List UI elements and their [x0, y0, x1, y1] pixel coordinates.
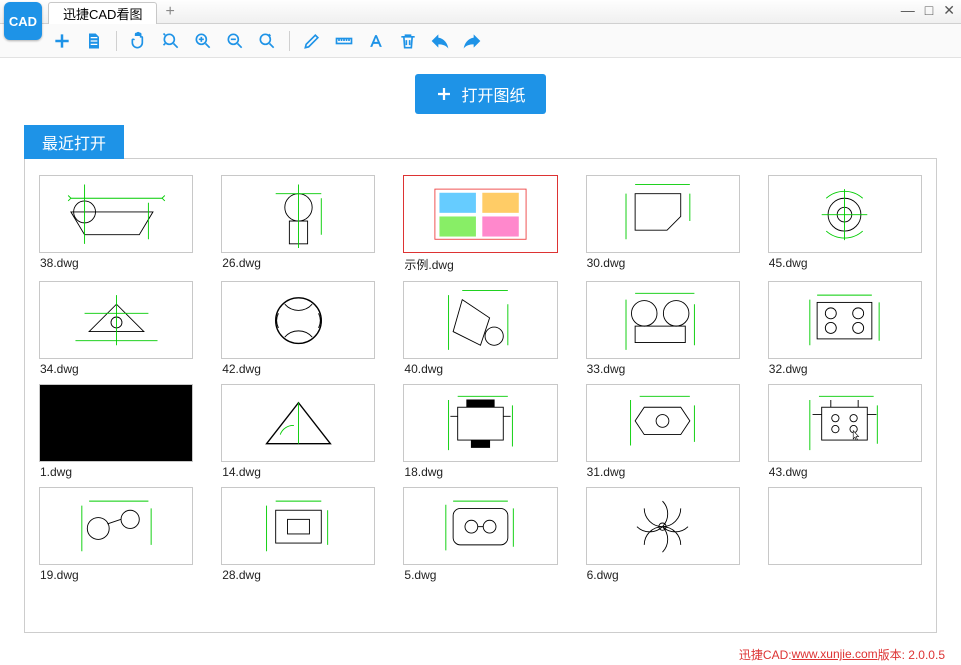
file-card[interactable]: 31.dwg [586, 384, 740, 479]
file-name: 1.dwg [39, 462, 193, 479]
file-thumbnail [403, 175, 557, 253]
zoom-out-icon[interactable] [223, 29, 247, 53]
file-thumbnail [221, 175, 375, 253]
file-card[interactable]: 38.dwg [39, 175, 193, 273]
file-card[interactable]: 26.dwg [221, 175, 375, 273]
zoom-in-icon[interactable] [191, 29, 215, 53]
file-card[interactable]: 5.dwg [403, 487, 557, 582]
file-name: 28.dwg [221, 565, 375, 582]
file-name: 34.dwg [39, 359, 193, 376]
file-name: 31.dwg [586, 462, 740, 479]
file-thumbnail [768, 281, 922, 359]
file-name: 14.dwg [221, 462, 375, 479]
file-card[interactable]: 33.dwg [586, 281, 740, 376]
file-name: 19.dwg [39, 565, 193, 582]
file-card[interactable]: 19.dwg [39, 487, 193, 582]
file-name: 32.dwg [768, 359, 922, 376]
toolbar [0, 24, 961, 58]
app-icon: CAD [4, 2, 42, 40]
file-name: 30.dwg [586, 253, 740, 270]
plus-icon[interactable] [50, 29, 74, 53]
file-card[interactable]: 18.dwg [403, 384, 557, 479]
titlebar: CAD 迅捷CAD看图 + — □ ✕ [0, 0, 961, 24]
file-card[interactable]: 34.dwg [39, 281, 193, 376]
file-thumbnail [221, 487, 375, 565]
file-card[interactable]: 30.dwg [586, 175, 740, 273]
open-file-label: 打开图纸 [461, 82, 525, 106]
file-card[interactable]: 28.dwg [221, 487, 375, 582]
file-card[interactable]: 43.dwg [768, 384, 922, 479]
file-name: 33.dwg [586, 359, 740, 376]
file-name: 40.dwg [403, 359, 557, 376]
file-thumbnail [39, 487, 193, 565]
delete-icon[interactable] [396, 29, 420, 53]
file-card[interactable] [768, 487, 922, 582]
file-name: 45.dwg [768, 253, 922, 270]
file-name: 示例.dwg [403, 253, 557, 273]
file-thumbnail [586, 281, 740, 359]
file-thumbnail [586, 384, 740, 462]
edit-icon[interactable] [300, 29, 324, 53]
file-thumbnail [768, 175, 922, 253]
file-name: 6.dwg [586, 565, 740, 582]
file-card[interactable]: 1.dwg [39, 384, 193, 479]
ruler-icon[interactable] [332, 29, 356, 53]
open-file-button[interactable]: 打开图纸 [415, 74, 545, 114]
file-thumbnail [403, 487, 557, 565]
footer-url[interactable]: www.xunjie.com [792, 647, 878, 661]
pan-icon[interactable] [127, 29, 151, 53]
file-name: 38.dwg [39, 253, 193, 270]
file-card[interactable]: 32.dwg [768, 281, 922, 376]
text-icon[interactable] [364, 29, 388, 53]
file-thumbnail [586, 175, 740, 253]
file-thumbnail [403, 384, 557, 462]
maximize-button[interactable]: □ [925, 2, 933, 19]
file-name: 18.dwg [403, 462, 557, 479]
close-button[interactable]: ✕ [943, 2, 955, 19]
file-name: 26.dwg [221, 253, 375, 270]
undo-icon[interactable] [428, 29, 452, 53]
redo-icon[interactable] [460, 29, 484, 53]
file-card[interactable]: 示例.dwg [403, 175, 557, 273]
footer-prefix: 迅捷CAD: [739, 646, 792, 663]
recent-files-panel: 38.dwg 26.dwg 示例.dwg 30.dwg 45.dwg 34.dwg 42.d… [24, 158, 937, 633]
file-icon[interactable] [82, 29, 106, 53]
file-thumbnail [403, 281, 557, 359]
file-name [768, 565, 922, 568]
footer-suffix: 版本: 2.0.0.5 [878, 646, 945, 663]
file-card[interactable]: 42.dwg [221, 281, 375, 376]
file-thumbnail [768, 487, 922, 565]
file-thumbnail [39, 175, 193, 253]
file-card[interactable]: 14.dwg [221, 384, 375, 479]
file-card[interactable]: 6.dwg [586, 487, 740, 582]
rotate-icon[interactable] [255, 29, 279, 53]
tab-current[interactable]: 迅捷CAD看图 [48, 2, 157, 24]
minimize-button[interactable]: — [901, 2, 915, 19]
file-thumbnail [586, 487, 740, 565]
status-bar: 迅捷CAD: www.xunjie.com 版本: 2.0.0.5 [0, 643, 961, 665]
file-thumbnail [39, 384, 193, 462]
file-card[interactable]: 45.dwg [768, 175, 922, 273]
file-thumbnail [221, 281, 375, 359]
file-name: 5.dwg [403, 565, 557, 582]
zoom-fit-icon[interactable] [159, 29, 183, 53]
content-area: 打开图纸 最近打开 38.dwg 26.dwg 示例.dwg 30.dwg 45.dwg… [0, 58, 961, 643]
plus-icon [435, 85, 453, 103]
file-thumbnail [768, 384, 922, 462]
new-tab-button[interactable]: + [165, 3, 174, 21]
file-thumbnail [221, 384, 375, 462]
recent-files-label: 最近打开 [24, 125, 124, 159]
file-name: 42.dwg [221, 359, 375, 376]
file-name: 43.dwg [768, 462, 922, 479]
file-thumbnail [39, 281, 193, 359]
file-card[interactable]: 40.dwg [403, 281, 557, 376]
